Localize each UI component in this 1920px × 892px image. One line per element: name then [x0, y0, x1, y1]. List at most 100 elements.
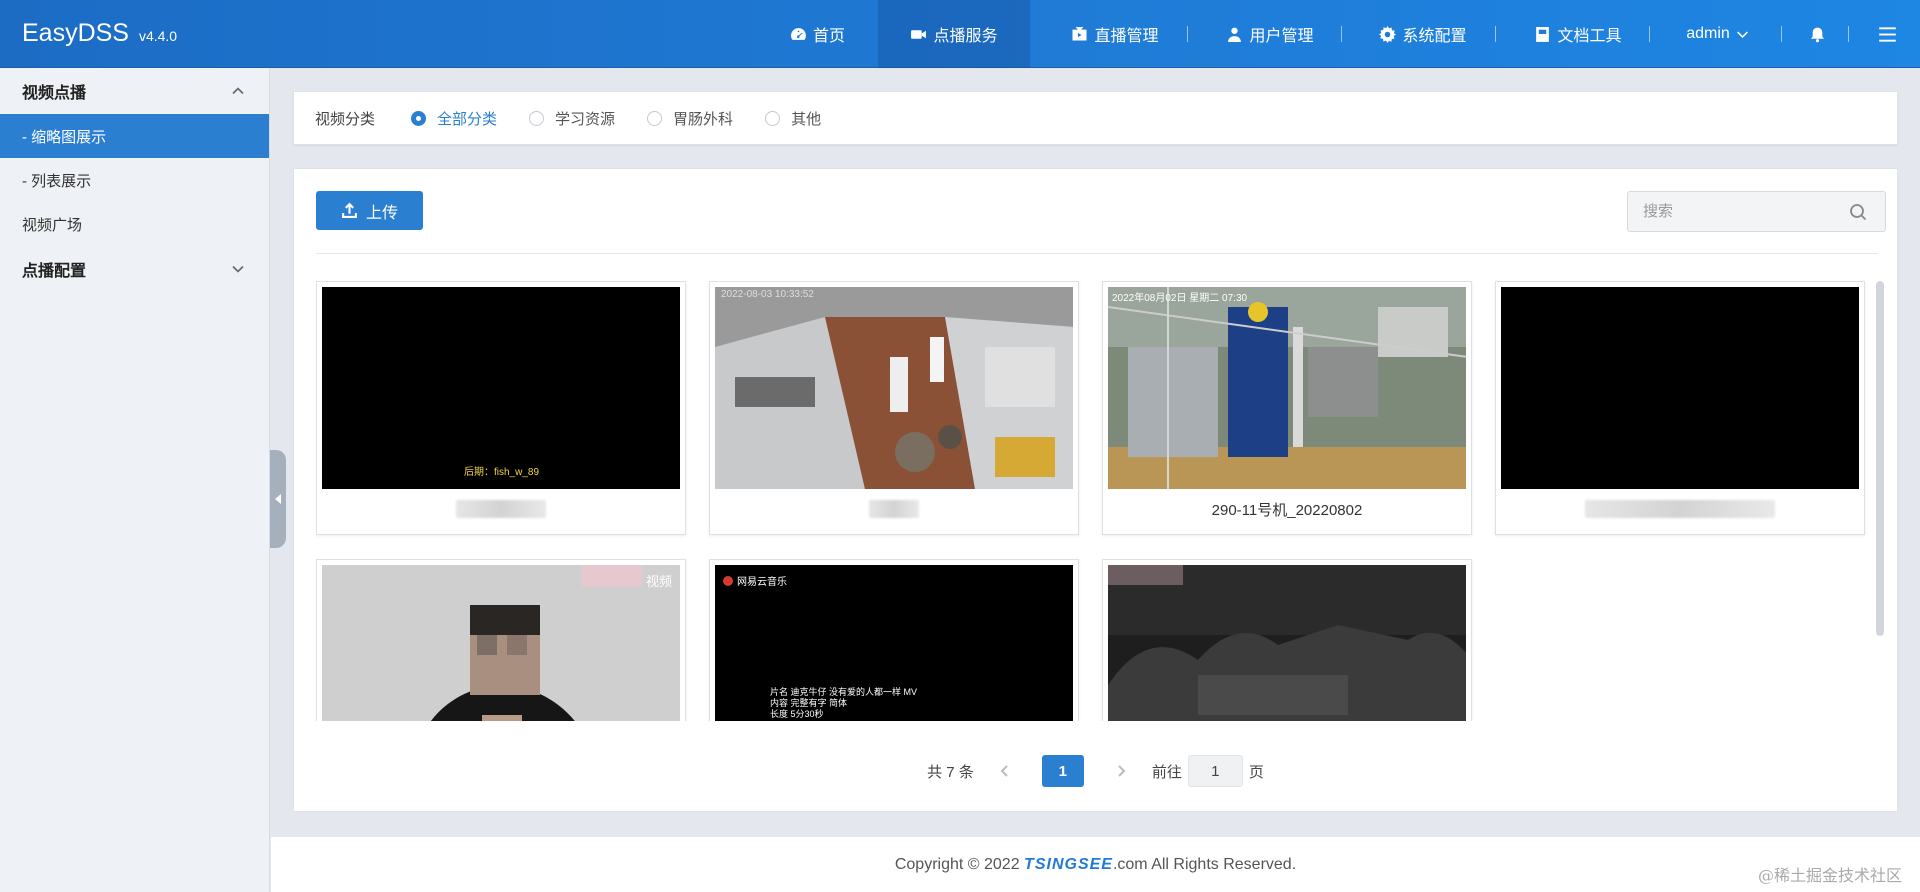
video-card[interactable] [1495, 281, 1865, 535]
document-icon [1536, 26, 1550, 42]
chevron-left-icon [1000, 765, 1008, 777]
video-card[interactable]: 网易云音乐 片名 迪克牛仔 没有爱的人都一样 MV 内容 完整有字 简体 长度 … [709, 559, 1079, 721]
app-name: EasyDSS [22, 19, 129, 47]
footer-suffix: .com All Rights Reserved. [1112, 855, 1297, 873]
app-version: v4.4.0 [138, 28, 178, 44]
filter-option-learning[interactable]: 学习资源 [529, 108, 615, 129]
filter-option-gastro[interactable]: 胃肠外科 [647, 108, 733, 129]
hamburger-menu-icon [1879, 26, 1896, 42]
search-box [1627, 191, 1886, 232]
nav-vod[interactable]: 点播服务 [878, 0, 1030, 68]
nav-settings[interactable]: 系统配置 [1358, 0, 1488, 68]
upload-label: 上传 [365, 204, 398, 222]
chevron-up-icon [232, 87, 244, 95]
video-camera-icon [911, 29, 927, 39]
video-thumbnail[interactable]: 网易云音乐 片名 迪克牛仔 没有爱的人都一样 MV 内容 完整有字 简体 长度 … [715, 565, 1073, 721]
radio-checked-icon [411, 110, 427, 126]
search-icon[interactable] [1849, 203, 1867, 221]
sidebar-group-config-label: 点播配置 [22, 263, 87, 280]
filter-option-label: 胃肠外科 [673, 110, 734, 128]
admin-menu[interactable]: admin [1665, 0, 1770, 68]
nav-separator [1848, 26, 1849, 42]
live-tv-icon [1072, 26, 1087, 40]
top-navbar: EasyDSS v4.4.0 首页 点播服务 直播管理 用户管理 系统配置 文档… [0, 0, 1920, 68]
prev-page-button[interactable] [992, 755, 1018, 787]
page-number-current[interactable]: 1 [1041, 755, 1084, 787]
credit-line: 长度 5分30秒 [770, 709, 824, 719]
thumbnail-caption: 后期：fish_w_89 [464, 467, 540, 478]
credit-line: 片名 迪克牛仔 没有爱的人都一样 MV [770, 687, 918, 697]
video-credits: 片名 迪克牛仔 没有爱的人都一样 MV 内容 完整有字 简体 长度 5分30秒 [770, 687, 917, 720]
goto-page-input[interactable]: 1 [1187, 755, 1243, 787]
dashboard-icon [791, 27, 806, 40]
video-card[interactable]: 2022年08月02日 星期二 07:30 290-11号机_20220802 [1102, 281, 1472, 535]
night-building-image [1108, 565, 1466, 721]
construction-site-image [1108, 287, 1466, 489]
video-thumbnail[interactable]: 2022-08-03 10:33:52 [715, 287, 1073, 489]
video-thumbnail[interactable] [1108, 565, 1466, 721]
radio-icon [765, 110, 781, 126]
radio-icon [529, 110, 545, 126]
pagination-total: 共 7 条 [927, 763, 974, 781]
upload-icon [342, 202, 357, 218]
filter-option-label: 学习资源 [555, 110, 616, 128]
video-card[interactable]: 视频 [316, 559, 686, 721]
blurred-title [456, 500, 546, 518]
nav-home[interactable]: 首页 [775, 0, 860, 68]
sidebar-group-vod-label: 视频点播 [22, 85, 87, 102]
nav-docs[interactable]: 文档工具 [1513, 0, 1643, 68]
watermark: @稀土掘金技术社区 [1757, 866, 1902, 885]
upload-button[interactable]: 上传 [316, 191, 423, 230]
goto-page: 前往 1 页 [1152, 755, 1264, 787]
footer-brand-link[interactable]: TSINGSEE [1024, 856, 1113, 874]
grid-scrollbar[interactable] [1876, 281, 1884, 636]
video-card[interactable] [1102, 559, 1472, 721]
filter-option-other[interactable]: 其他 [765, 108, 821, 129]
nav-users[interactable]: 用户管理 [1205, 0, 1335, 68]
sidebar-group-vod-config[interactable]: 点播配置 [0, 246, 269, 292]
credit-line: 内容 完整有字 简体 [770, 698, 848, 708]
kitchen-scene-image [715, 287, 1073, 489]
video-thumbnail[interactable]: 2022年08月02日 星期二 07:30 [1108, 287, 1466, 489]
nav-live[interactable]: 直播管理 [1050, 0, 1180, 68]
video-thumbnail[interactable]: 后期：fish_w_89 [322, 287, 680, 489]
sidebar-item-video-square[interactable]: 视频广场 [0, 202, 269, 246]
video-title [322, 489, 680, 529]
music-app-badge: 网易云音乐 [723, 573, 787, 588]
thumbnail-timestamp: 2022年08月02日 星期二 07:30 [1112, 293, 1248, 304]
sidebar-collapse-handle[interactable] [270, 450, 286, 548]
thumbnail-tag: 视频 [645, 574, 672, 589]
sidebar-item-list[interactable]: - 列表展示 [0, 158, 269, 202]
blurred-title [1585, 500, 1775, 518]
menu-button[interactable] [1865, 0, 1910, 68]
chevron-down-icon [1736, 31, 1748, 38]
sidebar-group-vod[interactable]: 视频点播 [0, 68, 269, 114]
video-card[interactable]: 后期：fish_w_89 [316, 281, 686, 535]
video-card[interactable]: 2022-08-03 10:33:52 [709, 281, 1079, 535]
filter-label: 视频分类 [315, 110, 376, 128]
blurred-title [869, 500, 919, 518]
sidebar-item-thumbnails[interactable]: - 缩略图展示 [0, 114, 269, 158]
video-grid: 后期：fish_w_89 2022-08-03 10:33:52 2022年08… [316, 281, 1878, 721]
nav-separator [1495, 26, 1496, 42]
footer-copyright: Copyright © 2022 [894, 855, 1020, 873]
video-title: 290-11号机_20220802 [1211, 501, 1363, 519]
next-page-button[interactable] [1108, 755, 1134, 787]
nav-settings-label: 系统配置 [1402, 28, 1467, 45]
app-logo[interactable]: EasyDSS v4.4.0 [22, 19, 177, 48]
netease-music-icon [723, 575, 733, 586]
nav-users-label: 用户管理 [1249, 28, 1314, 45]
search-input[interactable] [1628, 192, 1838, 231]
user-icon [1228, 27, 1242, 42]
filter-option-label: 其他 [791, 110, 822, 128]
person-portrait-image [322, 565, 680, 721]
video-thumbnail[interactable] [1501, 287, 1859, 489]
category-filter: 视频分类 全部分类 学习资源 胃肠外科 其他 [293, 91, 1898, 145]
video-thumbnail[interactable]: 视频 [322, 565, 680, 721]
filter-option-all[interactable]: 全部分类 [411, 108, 497, 129]
admin-username: admin [1686, 25, 1730, 42]
goto-suffix: 页 [1248, 763, 1264, 781]
nav-home-label: 首页 [812, 28, 845, 45]
notifications-button[interactable] [1795, 0, 1840, 68]
nav-separator [1341, 26, 1342, 42]
